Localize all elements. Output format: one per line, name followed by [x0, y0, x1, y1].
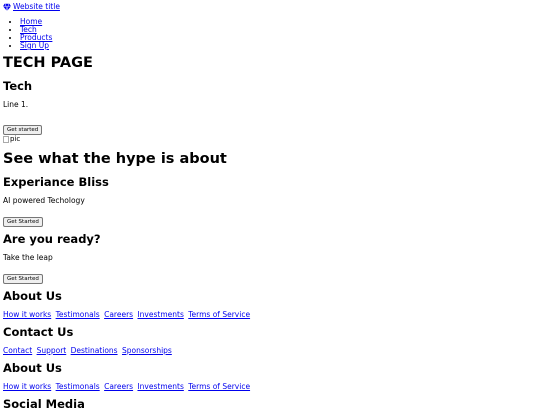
footer-link-support[interactable]: Support: [37, 346, 67, 355]
hero-image-alt: pic: [10, 135, 21, 143]
site-title-label: Website title: [13, 2, 60, 11]
footer-link-testimonals-2[interactable]: Testimonals: [56, 382, 100, 391]
about-heading: About Us: [3, 289, 62, 303]
contact-links: Contact Support Destinations Sponsorship…: [3, 346, 537, 355]
about-heading-2: About Us: [3, 361, 62, 375]
footer-link-sponsorships[interactable]: Sponsorships: [122, 346, 172, 355]
tech-heading: Tech: [3, 79, 33, 93]
footer-link-how-it-works[interactable]: How it works: [3, 310, 51, 319]
get-started-button-bliss[interactable]: Get Started: [3, 217, 43, 227]
contact-heading: Contact Us: [3, 325, 74, 339]
footer-link-testimonals[interactable]: Testimonals: [56, 310, 100, 319]
gem-icon: [3, 3, 11, 11]
about-links: How it works Testimonals Careers Investm…: [3, 310, 537, 319]
nav-item: Products: [20, 34, 537, 42]
footer-link-careers[interactable]: Careers: [104, 310, 133, 319]
get-started-button-ready[interactable]: Get Started: [3, 274, 43, 284]
nav-item: Sign Up: [20, 42, 537, 50]
broken-image-icon: [3, 135, 9, 143]
about-links-2: How it works Testimonals Careers Investm…: [3, 382, 537, 391]
page-title: TECH PAGE: [3, 55, 93, 71]
bliss-heading: Experiance Bliss: [3, 175, 109, 189]
hero-image: pic: [3, 135, 537, 143]
footer-link-investments[interactable]: Investments: [137, 310, 183, 319]
footer-link-investments-2[interactable]: Investments: [137, 382, 183, 391]
footer-link-how-it-works-2[interactable]: How it works: [3, 382, 51, 391]
nav-link-signup[interactable]: Sign Up: [20, 41, 49, 50]
footer-link-contact[interactable]: Contact: [3, 346, 32, 355]
nav-item: Tech: [20, 26, 537, 34]
nav-item: Home: [20, 18, 537, 26]
footer-link-terms[interactable]: Terms of Service: [188, 310, 250, 319]
footer-link-careers-2[interactable]: Careers: [104, 382, 133, 391]
ready-heading: Are you ready?: [3, 232, 101, 246]
get-started-button-hero[interactable]: Get started: [3, 125, 43, 135]
page: Website title Home Tech Products Sign Up…: [0, 0, 540, 411]
hype-heading: See what the hype is about: [3, 151, 227, 167]
footer-link-terms-2[interactable]: Terms of Service: [188, 382, 250, 391]
site-title-link[interactable]: Website title: [3, 2, 537, 12]
nav-list: Home Tech Products Sign Up: [3, 18, 537, 50]
ready-text: Take the leap: [3, 253, 53, 262]
tech-line: Line 1.: [3, 100, 29, 109]
footer-link-destinations[interactable]: Destinations: [71, 346, 118, 355]
bliss-text: AI powered Techology: [3, 196, 85, 205]
